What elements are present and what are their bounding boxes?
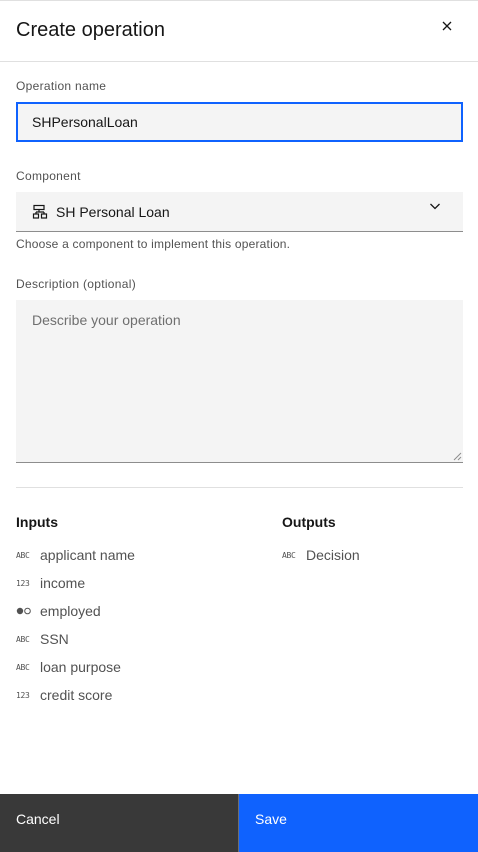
input-item-label: applicant name <box>40 547 135 563</box>
input-item: ABC SSN <box>16 629 69 649</box>
input-item-label: credit score <box>40 687 113 703</box>
input-item-label: SSN <box>40 631 69 647</box>
save-button-label: Save <box>255 811 287 827</box>
input-item: 123 credit score <box>16 685 112 705</box>
input-item: ABC loan purpose <box>16 657 121 677</box>
number-type-icon: 123 <box>16 578 30 588</box>
input-item: ABC applicant name <box>16 545 135 565</box>
modal-footer: Cancel Save <box>0 794 478 852</box>
input-item: employed <box>16 601 101 621</box>
section-divider <box>16 487 463 488</box>
description-textarea[interactable] <box>16 300 463 463</box>
operation-name-input[interactable] <box>16 102 463 142</box>
save-button[interactable]: Save <box>239 794 478 852</box>
string-type-icon: ABC <box>282 550 296 560</box>
string-type-icon: ABC <box>16 550 30 560</box>
input-item-label: loan purpose <box>40 659 121 675</box>
output-item-label: Decision <box>306 547 360 563</box>
modal-header: Create operation <box>0 1 478 62</box>
close-icon <box>442 21 452 31</box>
cancel-button[interactable]: Cancel <box>0 794 239 852</box>
inputs-title: Inputs <box>16 514 58 530</box>
string-type-icon: ABC <box>16 662 30 672</box>
component-select[interactable]: SH Personal Loan <box>16 192 463 232</box>
description-label: Description (optional) <box>16 277 136 291</box>
component-select-value: SH Personal Loan <box>56 204 170 220</box>
component-icon <box>32 204 48 219</box>
resize-handle-icon[interactable] <box>452 451 462 461</box>
component-label: Component <box>16 169 81 183</box>
cancel-button-label: Cancel <box>16 811 60 827</box>
input-item-label: employed <box>40 603 101 619</box>
operation-name-label: Operation name <box>16 79 107 93</box>
close-button[interactable] <box>431 10 463 42</box>
output-item: ABC Decision <box>282 545 360 565</box>
chevron-down-icon <box>430 203 440 210</box>
boolean-type-icon <box>16 606 32 616</box>
modal-title: Create operation <box>16 19 165 41</box>
number-type-icon: 123 <box>16 690 30 700</box>
outputs-title: Outputs <box>282 514 336 530</box>
component-helper-text: Choose a component to implement this ope… <box>16 237 291 251</box>
input-item: 123 income <box>16 573 85 593</box>
string-type-icon: ABC <box>16 634 30 644</box>
input-item-label: income <box>40 575 86 591</box>
